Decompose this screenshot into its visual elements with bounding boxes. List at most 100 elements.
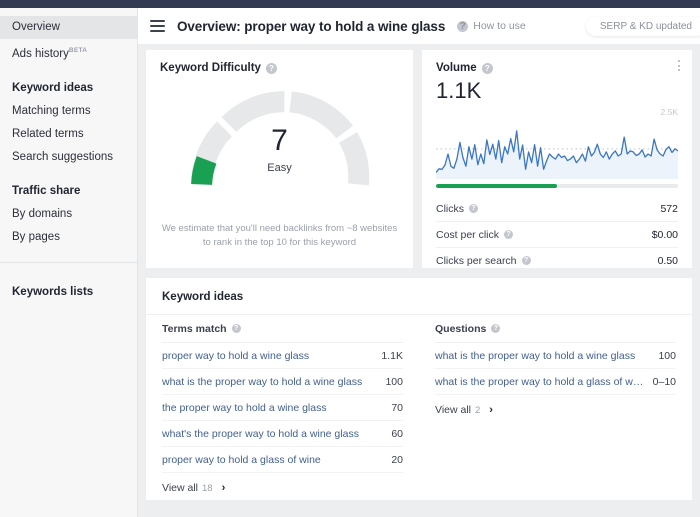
view-all-questions[interactable]: View all 2 › (435, 395, 676, 425)
sidebar: Overview Ads historyBETA Keyword ideas M… (0, 8, 138, 517)
card-title-label: Keyword Difficulty (160, 62, 261, 74)
metric-label: Clicks (436, 202, 464, 215)
keyword-row[interactable]: proper way to hold a wine glass 1.1K (162, 343, 403, 369)
sidebar-item-label: Matching terms (12, 104, 91, 117)
kd-level: Easy (267, 162, 292, 174)
sidebar-item-related-terms[interactable]: Related terms (0, 123, 137, 146)
sidebar-section-traffic-share[interactable]: Traffic share (0, 180, 137, 203)
view-all-terms-match[interactable]: View all 18 › (162, 473, 403, 503)
card-title-label: Volume (436, 62, 477, 74)
volume-sparkline: 2.5K (435, 107, 679, 179)
metric-value: 572 (660, 202, 678, 215)
view-all-count: 18 (202, 482, 213, 494)
column-header-label: Questions (435, 322, 487, 335)
keyword-ideas-title: Keyword ideas (146, 278, 692, 315)
metric-row-cost-per-click: Cost per click? $0.00 (436, 221, 678, 247)
metric-label: Cost per click (436, 228, 500, 241)
help-circle-icon[interactable]: ? (521, 256, 531, 265)
keyword-link[interactable]: what is the proper way to hold a wine gl… (435, 350, 643, 362)
metric-row-clicks-per-search: Clicks per search? 0.50 (436, 247, 678, 273)
sparkline-svg (435, 130, 679, 179)
page-title: Overview: proper way to hold a wine glas… (177, 18, 446, 34)
metric-value: 0.50 (657, 254, 678, 267)
sidebar-section-keyword-ideas[interactable]: Keyword ideas (0, 77, 137, 100)
keyword-volume: 20 (391, 453, 403, 466)
keyword-link[interactable]: what's the proper way to hold a wine gla… (162, 428, 367, 440)
status-badge: SERP & KD updated (585, 17, 700, 36)
help-circle-icon[interactable]: ? (469, 204, 478, 213)
volume-card: Volume ? 1.1K 2.5K Clicks? 572 Cost per … (422, 50, 692, 268)
keyword-row[interactable]: what is the proper way to hold a wine gl… (162, 369, 403, 395)
column-header: Terms match ? (162, 315, 403, 343)
sidebar-item-label: Overview (12, 21, 60, 33)
column-header: Questions ? (435, 315, 676, 343)
page-header: Overview: proper way to hold a wine glas… (138, 8, 700, 44)
volume-progress-fill (436, 184, 557, 188)
questions-column: Questions ? what is the proper way to ho… (419, 315, 692, 503)
card-title: Volume ? (436, 62, 678, 74)
sidebar-item-label: By domains (12, 207, 73, 220)
keyword-link[interactable]: proper way to hold a wine glass (162, 350, 317, 362)
keyword-row[interactable]: what is the proper way to hold a wine gl… (435, 343, 676, 369)
metric-label: Clicks per search (436, 254, 517, 267)
view-all-label: View all (162, 482, 198, 494)
keyword-volume: 100 (385, 375, 403, 388)
how-to-use-label: How to use (473, 20, 526, 32)
sidebar-item-by-pages[interactable]: By pages (0, 226, 137, 249)
volume-value: 1.1K (436, 78, 482, 103)
keyword-link[interactable]: what is the proper way to hold a glass o… (435, 376, 653, 388)
sidebar-section-label: Traffic share (12, 184, 81, 197)
keyword-row[interactable]: what is the proper way to hold a glass o… (435, 369, 676, 395)
keyword-link[interactable]: what is the proper way to hold a wine gl… (162, 376, 370, 388)
keyword-volume: 100 (658, 349, 676, 362)
sidebar-item-by-domains[interactable]: By domains (0, 203, 137, 226)
how-to-use-link[interactable]: ? How to use (457, 20, 526, 32)
sidebar-item-keywords-lists[interactable]: Keywords lists (0, 281, 137, 304)
sidebar-item-search-suggestions[interactable]: Search suggestions (0, 146, 137, 169)
keyword-row[interactable]: the proper way to hold a wine glass 70 (162, 395, 403, 421)
sidebar-section-label: Keyword ideas (12, 81, 94, 94)
kebab-menu-icon[interactable] (678, 60, 680, 71)
keyword-ideas-card: Keyword ideas Terms match ? proper way t… (146, 278, 692, 500)
kd-gauge: 7 Easy (160, 80, 399, 200)
card-title: Keyword Difficulty ? (160, 62, 399, 74)
keyword-link[interactable]: the proper way to hold a wine glass (162, 402, 335, 414)
terms-match-column: Terms match ? proper way to hold a wine … (146, 315, 419, 503)
metric-row-clicks: Clicks? 572 (436, 196, 678, 221)
help-circle-icon[interactable]: ? (231, 324, 241, 333)
help-circle-icon[interactable]: ? (491, 324, 501, 333)
sidebar-item-ads-history[interactable]: Ads historyBETA (0, 39, 137, 66)
sidebar-item-matching-terms[interactable]: Matching terms (0, 100, 137, 123)
sidebar-item-label: By pages (12, 230, 60, 243)
keyword-volume: 60 (391, 427, 403, 440)
keyword-volume: 1.1K (381, 349, 403, 362)
keyword-row[interactable]: what's the proper way to hold a wine gla… (162, 421, 403, 447)
help-circle-icon: ? (457, 20, 469, 32)
keyword-volume: 0–10 (652, 375, 676, 388)
sidebar-item-label: Keywords lists (12, 285, 94, 298)
beta-badge: BETA (68, 47, 88, 54)
volume-metrics: Clicks? 572 Cost per click? $0.00 Clicks… (436, 196, 678, 273)
help-circle-icon[interactable]: ? (265, 62, 277, 74)
sidebar-item-label: Related terms (12, 127, 84, 140)
chart-max-label: 2.5K (660, 107, 679, 117)
kd-score: 7 (271, 124, 288, 157)
top-accent-bar (0, 0, 700, 8)
keyword-link[interactable]: proper way to hold a glass of wine (162, 454, 329, 466)
help-circle-icon[interactable]: ? (481, 62, 493, 74)
sidebar-item-label: Ads history (12, 47, 69, 60)
keyword-volume: 70 (391, 401, 403, 414)
volume-progress-track (436, 184, 678, 188)
chevron-right-icon: › (221, 482, 226, 494)
kd-note: We estimate that you'll need backlinks f… (161, 223, 398, 248)
sidebar-item-overview[interactable]: Overview (0, 16, 137, 39)
chevron-right-icon: › (489, 404, 493, 416)
column-header-label: Terms match (162, 322, 227, 335)
hamburger-icon[interactable] (150, 20, 165, 32)
help-circle-icon[interactable]: ? (504, 230, 514, 239)
view-all-label: View all (435, 404, 471, 416)
keyword-difficulty-card: Keyword Difficulty ? 7 Easy We estimate … (146, 50, 413, 268)
metric-value: $0.00 (651, 228, 678, 241)
keyword-row[interactable]: proper way to hold a glass of wine 20 (162, 447, 403, 473)
view-all-count: 2 (475, 404, 481, 416)
